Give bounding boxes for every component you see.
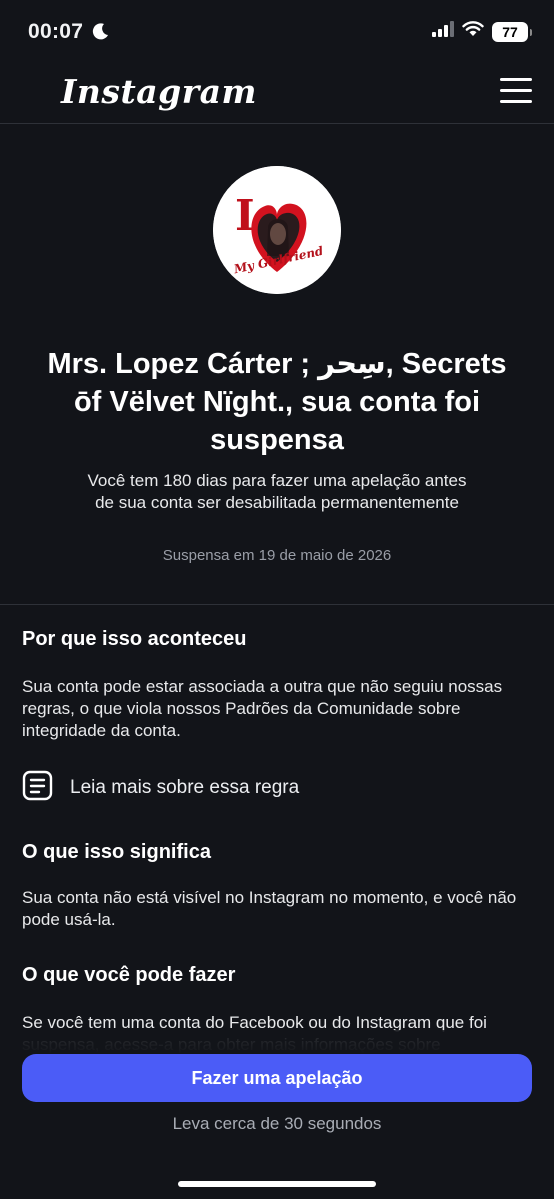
moon-icon: [92, 22, 110, 45]
hamburger-menu-icon[interactable]: [500, 78, 532, 106]
read-rule-label: Leia mais sobre essa regra: [70, 777, 300, 798]
what-you-can-do-heading: O que você pode fazer: [22, 964, 236, 986]
status-bar: 00:07 77: [0, 0, 554, 66]
meaning-body: Sua conta não está visível no Instagram …: [22, 888, 517, 929]
clock-time: 00:07: [28, 20, 84, 43]
appeal-button[interactable]: Fazer uma apelação: [22, 1054, 532, 1102]
home-indicator[interactable]: [178, 1181, 376, 1187]
top-nav-bar: Instagram: [0, 66, 554, 124]
suspension-title: Mrs. Lopez Cárter ; سِحر, Secrets ōf Vël…: [47, 348, 507, 456]
appeal-duration-hint: Leva cerca de 30 segundos: [172, 1114, 382, 1133]
profile-avatar: I My Girlfriend: [213, 166, 341, 294]
read-rule-link[interactable]: Leia mais sobre essa regra: [22, 770, 299, 806]
why-heading: Por que isso aconteceu: [22, 628, 247, 650]
divider: [0, 604, 554, 605]
signal-icon: [432, 21, 454, 42]
document-icon: [22, 770, 53, 806]
suspension-date: Suspensa em 19 de maio de 2026: [162, 547, 392, 564]
instagram-logo[interactable]: Instagram: [61, 72, 257, 111]
why-body: Sua conta pode estar associada a outra q…: [22, 677, 503, 740]
status-icons: 77: [432, 21, 532, 42]
suspension-subtitle: Você tem 180 dias para fazer uma apelaçã…: [87, 471, 467, 512]
battery-icon: 77: [492, 21, 532, 42]
meaning-heading: O que isso significa: [22, 841, 211, 863]
wifi-icon: [462, 21, 484, 42]
